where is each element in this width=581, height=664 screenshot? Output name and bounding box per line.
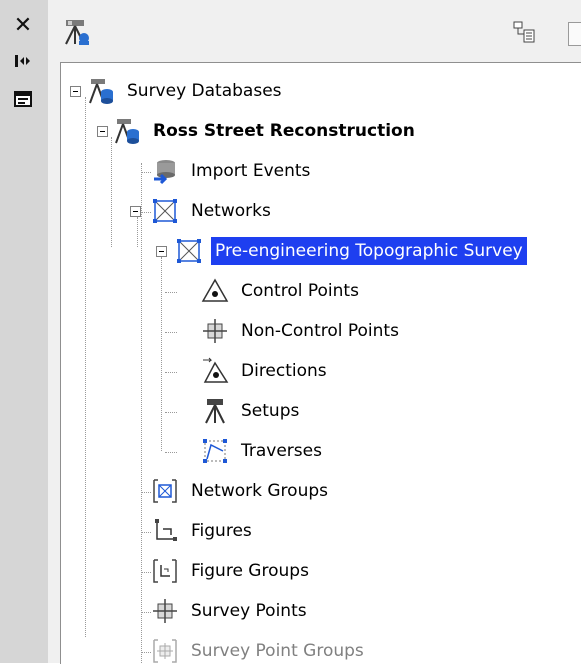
survey-toolspace-icon[interactable] [62, 18, 94, 51]
tree-item-survey-databases[interactable]: Survey Databases [87, 73, 286, 109]
close-icon[interactable]: ✕ [10, 13, 36, 38]
tree-item-figures[interactable]: Figures [151, 513, 256, 549]
tree-item-label: Setups [241, 401, 300, 421]
toolbar [48, 0, 581, 62]
tree-item-label: Survey Databases [127, 81, 282, 101]
collapse-toggle[interactable] [156, 246, 167, 257]
tree-item-label: Pre-engineering Topographic Survey [211, 237, 527, 265]
tree-item-setups[interactable]: Setups [201, 393, 303, 429]
properties-icon[interactable] [10, 88, 36, 110]
collapse-toggle[interactable] [130, 206, 141, 217]
network-groups-icon [151, 477, 179, 505]
tree-item-label: Survey Points [191, 601, 307, 621]
tree-item-survey-point-groups[interactable]: Survey Point Groups [151, 633, 368, 664]
tree-item-traverses[interactable]: Traverses [201, 433, 326, 469]
survey-databases-icon [87, 77, 115, 105]
traverses-icon [201, 437, 229, 465]
tree-item-label: Control Points [241, 281, 359, 301]
figures-icon [151, 517, 179, 545]
tree-item-label: Figures [191, 521, 252, 541]
tree-item-label: Network Groups [191, 481, 328, 501]
toolbar-button-partial[interactable] [568, 22, 581, 46]
tree-item-control-points[interactable]: Control Points [201, 273, 363, 309]
setups-icon [201, 397, 229, 425]
tree-item-network-selected[interactable]: Pre-engineering Topographic Survey [175, 233, 527, 269]
tree-item-label: Ross Street Reconstruction [153, 121, 415, 141]
tree-item-label: Traverses [241, 441, 322, 461]
network-icon [175, 237, 203, 265]
non-control-points-icon [201, 317, 229, 345]
tree-item-label: Non-Control Points [241, 321, 399, 341]
tree-item-import-events[interactable]: Import Events [151, 153, 314, 189]
tree-item-network-groups[interactable]: Network Groups [151, 473, 332, 509]
tree-item-directions[interactable]: Directions [201, 353, 331, 389]
palette-title-bar: ✕ [0, 0, 49, 663]
import-events-icon [151, 157, 179, 185]
tree-item-survey-points[interactable]: Survey Points [151, 593, 311, 629]
survey-tree: Survey Databases Ross Street Reconstruct… [60, 62, 581, 664]
tree-item-label: Networks [191, 201, 271, 221]
control-points-icon [201, 277, 229, 305]
tree-item-label: Figure Groups [191, 561, 309, 581]
tree-item-database[interactable]: Ross Street Reconstruction [113, 113, 419, 149]
tree-item-non-control-points[interactable]: Non-Control Points [201, 313, 403, 349]
survey-toolspace-panel: Survey Databases Ross Street Reconstruct… [48, 0, 581, 664]
tree-item-label: Directions [241, 361, 327, 381]
survey-points-icon [151, 597, 179, 625]
tree-item-figure-groups[interactable]: Figure Groups [151, 553, 313, 589]
collapse-toggle[interactable] [70, 86, 81, 97]
survey-database-icon [113, 117, 141, 145]
directions-icon [201, 357, 229, 385]
collapse-toggle[interactable] [97, 126, 108, 137]
tree-item-networks[interactable]: Networks [151, 193, 275, 229]
networks-icon [151, 197, 179, 225]
tree-item-label: Import Events [191, 161, 311, 181]
figure-groups-icon [151, 557, 179, 585]
survey-point-groups-icon [151, 637, 179, 664]
tree-view-icon[interactable] [512, 20, 536, 49]
auto-hide-icon[interactable] [10, 50, 36, 72]
tree-item-label: Survey Point Groups [191, 641, 364, 661]
